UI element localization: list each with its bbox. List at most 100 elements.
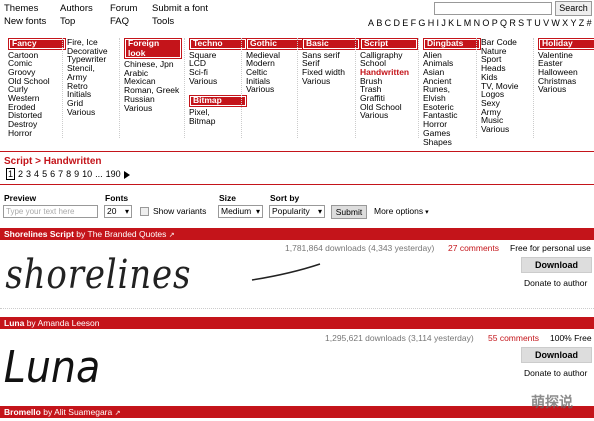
sort-select[interactable]: Popularity bbox=[269, 205, 325, 218]
alphabet-letter[interactable]: F bbox=[411, 18, 417, 28]
page-link[interactable]: 6 bbox=[50, 169, 55, 179]
category-item[interactable]: Various bbox=[481, 125, 518, 134]
nav-forum[interactable]: Forum bbox=[110, 2, 137, 15]
category-item[interactable]: Various bbox=[302, 76, 360, 86]
nav-faq[interactable]: FAQ bbox=[110, 15, 137, 28]
alphabet-letter[interactable]: C bbox=[385, 18, 392, 28]
font-author[interactable]: Alit Suamegara bbox=[54, 407, 112, 417]
alphabet-letter[interactable]: K bbox=[448, 18, 454, 28]
download-button[interactable]: Download bbox=[521, 347, 592, 363]
alphabet-letter[interactable]: V bbox=[543, 18, 549, 28]
category-item[interactable]: Various bbox=[246, 85, 304, 94]
external-link-icon[interactable]: ↗ bbox=[169, 232, 175, 239]
comments-link[interactable]: 27 comments bbox=[448, 243, 499, 253]
more-options-link[interactable]: More options ▾ bbox=[374, 206, 429, 216]
category-heading[interactable]: Foreign look bbox=[124, 38, 182, 59]
font-name[interactable]: Bromello bbox=[4, 407, 41, 417]
alphabet-letter[interactable]: E bbox=[402, 18, 408, 28]
alphabet-letter[interactable]: O bbox=[482, 18, 489, 28]
alphabet-letter[interactable]: # bbox=[587, 18, 592, 28]
alphabet-letter[interactable]: G bbox=[418, 18, 425, 28]
page-link[interactable]: 7 bbox=[58, 169, 63, 179]
fonts-select[interactable]: 20 bbox=[104, 205, 132, 218]
page-link[interactable]: 5 bbox=[42, 169, 47, 179]
donate-link[interactable]: Donate to author bbox=[524, 278, 587, 288]
font-author[interactable]: Amanda Leeson bbox=[38, 318, 100, 328]
alphabet-letter[interactable]: B bbox=[376, 18, 382, 28]
category-heading[interactable]: Gothic bbox=[246, 38, 304, 50]
external-link-icon[interactable]: ↗ bbox=[115, 410, 121, 417]
nav-themes[interactable]: Themes bbox=[4, 2, 46, 15]
alphabet-letter[interactable]: S bbox=[518, 18, 524, 28]
comments-link[interactable]: 55 comments bbox=[488, 333, 539, 343]
category-item[interactable]: Horror bbox=[8, 129, 66, 138]
category-item[interactable]: Various bbox=[67, 107, 108, 117]
alphabet-letter[interactable]: N bbox=[474, 18, 481, 28]
size-select[interactable]: Medium bbox=[218, 205, 263, 218]
show-variants-label: Show variants bbox=[153, 206, 207, 216]
alphabet-letter[interactable]: Y bbox=[570, 18, 576, 28]
nav-new-fonts[interactable]: New fonts bbox=[4, 15, 46, 28]
alphabet-letter[interactable]: T bbox=[526, 18, 532, 28]
page-link[interactable]: 4 bbox=[34, 169, 39, 179]
alphabet-letter[interactable]: M bbox=[464, 18, 472, 28]
nav-tools[interactable]: Tools bbox=[152, 15, 208, 28]
sort-label: Sort by bbox=[270, 193, 300, 203]
alphabet-letter[interactable]: L bbox=[456, 18, 461, 28]
font-preview-shorelines: shorelines bbox=[2, 251, 332, 302]
category-heading[interactable]: Holiday bbox=[538, 38, 594, 50]
alphabet-letter[interactable]: P bbox=[492, 18, 498, 28]
page-link[interactable]: 9 bbox=[74, 169, 79, 179]
page-link[interactable]: 8 bbox=[66, 169, 71, 179]
alphabet-letter[interactable]: Q bbox=[500, 18, 507, 28]
alphabet-letter[interactable]: H bbox=[428, 18, 435, 28]
breadcrumb[interactable]: Script > Handwritten bbox=[4, 156, 102, 167]
top-nav: Themes New fonts Authors Top Forum FAQ S… bbox=[0, 0, 594, 32]
alphabet-letter[interactable]: A bbox=[368, 18, 374, 28]
nav-authors[interactable]: Authors bbox=[60, 2, 93, 15]
alphabet-letter[interactable]: J bbox=[441, 18, 446, 28]
alphabet-letter[interactable]: R bbox=[509, 18, 516, 28]
category-heading[interactable]: Basic bbox=[302, 38, 360, 50]
download-button[interactable]: Download bbox=[521, 257, 592, 273]
alphabet-letter[interactable]: D bbox=[393, 18, 400, 28]
fonts-label: Fonts bbox=[105, 193, 129, 203]
category-item[interactable]: Various bbox=[189, 76, 247, 86]
alphabet-letter[interactable]: X bbox=[562, 18, 568, 28]
category-heading[interactable]: Dingbats bbox=[423, 38, 481, 50]
category-item[interactable]: Bitmap bbox=[189, 116, 247, 126]
next-page-icon[interactable] bbox=[123, 170, 130, 179]
preview-input[interactable]: Type your text here bbox=[3, 205, 98, 218]
donate-link[interactable]: Donate to author bbox=[524, 368, 587, 378]
search-button[interactable]: Search bbox=[555, 1, 592, 16]
nav-top[interactable]: Top bbox=[60, 15, 93, 28]
category-item[interactable]: Shapes bbox=[423, 137, 481, 147]
page-link[interactable]: 1 bbox=[6, 168, 16, 180]
size-label: Size bbox=[219, 193, 237, 203]
submit-button[interactable]: Submit bbox=[331, 205, 367, 219]
alphabet-letter[interactable]: W bbox=[551, 18, 560, 28]
preview-text: Luna bbox=[4, 341, 100, 390]
alphabet-index: A B C D E F G H I J K L M N O P Q R S T U V W X Y Z # bbox=[368, 18, 594, 28]
category-heading[interactable]: Techno bbox=[189, 38, 247, 50]
font-name[interactable]: Luna bbox=[4, 318, 24, 328]
category-heading[interactable]: Fancy bbox=[8, 38, 66, 50]
category-heading[interactable]: Bitmap bbox=[189, 95, 247, 107]
nav-submit-font[interactable]: Submit a font bbox=[152, 2, 208, 15]
page-link[interactable]: 2 bbox=[18, 169, 23, 179]
font-author[interactable]: The Branded Quotes bbox=[88, 229, 167, 239]
category-item[interactable]: Various bbox=[124, 103, 182, 113]
font-name[interactable]: Shorelines Script bbox=[4, 229, 74, 239]
alphabet-letter[interactable]: Z bbox=[579, 18, 585, 28]
show-variants-checkbox[interactable] bbox=[140, 207, 149, 216]
alphabet-letter[interactable]: U bbox=[534, 18, 541, 28]
page-link[interactable]: 190 bbox=[106, 169, 121, 179]
search-input[interactable] bbox=[434, 2, 552, 15]
category-item[interactable]: Various bbox=[538, 85, 594, 94]
download-count: 1,295,621 downloads (3,114 yesterday) bbox=[325, 333, 474, 343]
page-link[interactable]: 10 bbox=[82, 169, 92, 179]
category-heading[interactable]: Script bbox=[360, 38, 418, 50]
page-link[interactable]: 3 bbox=[26, 169, 31, 179]
alphabet-letter[interactable]: I bbox=[437, 18, 440, 28]
category-item[interactable]: Various bbox=[360, 111, 418, 120]
